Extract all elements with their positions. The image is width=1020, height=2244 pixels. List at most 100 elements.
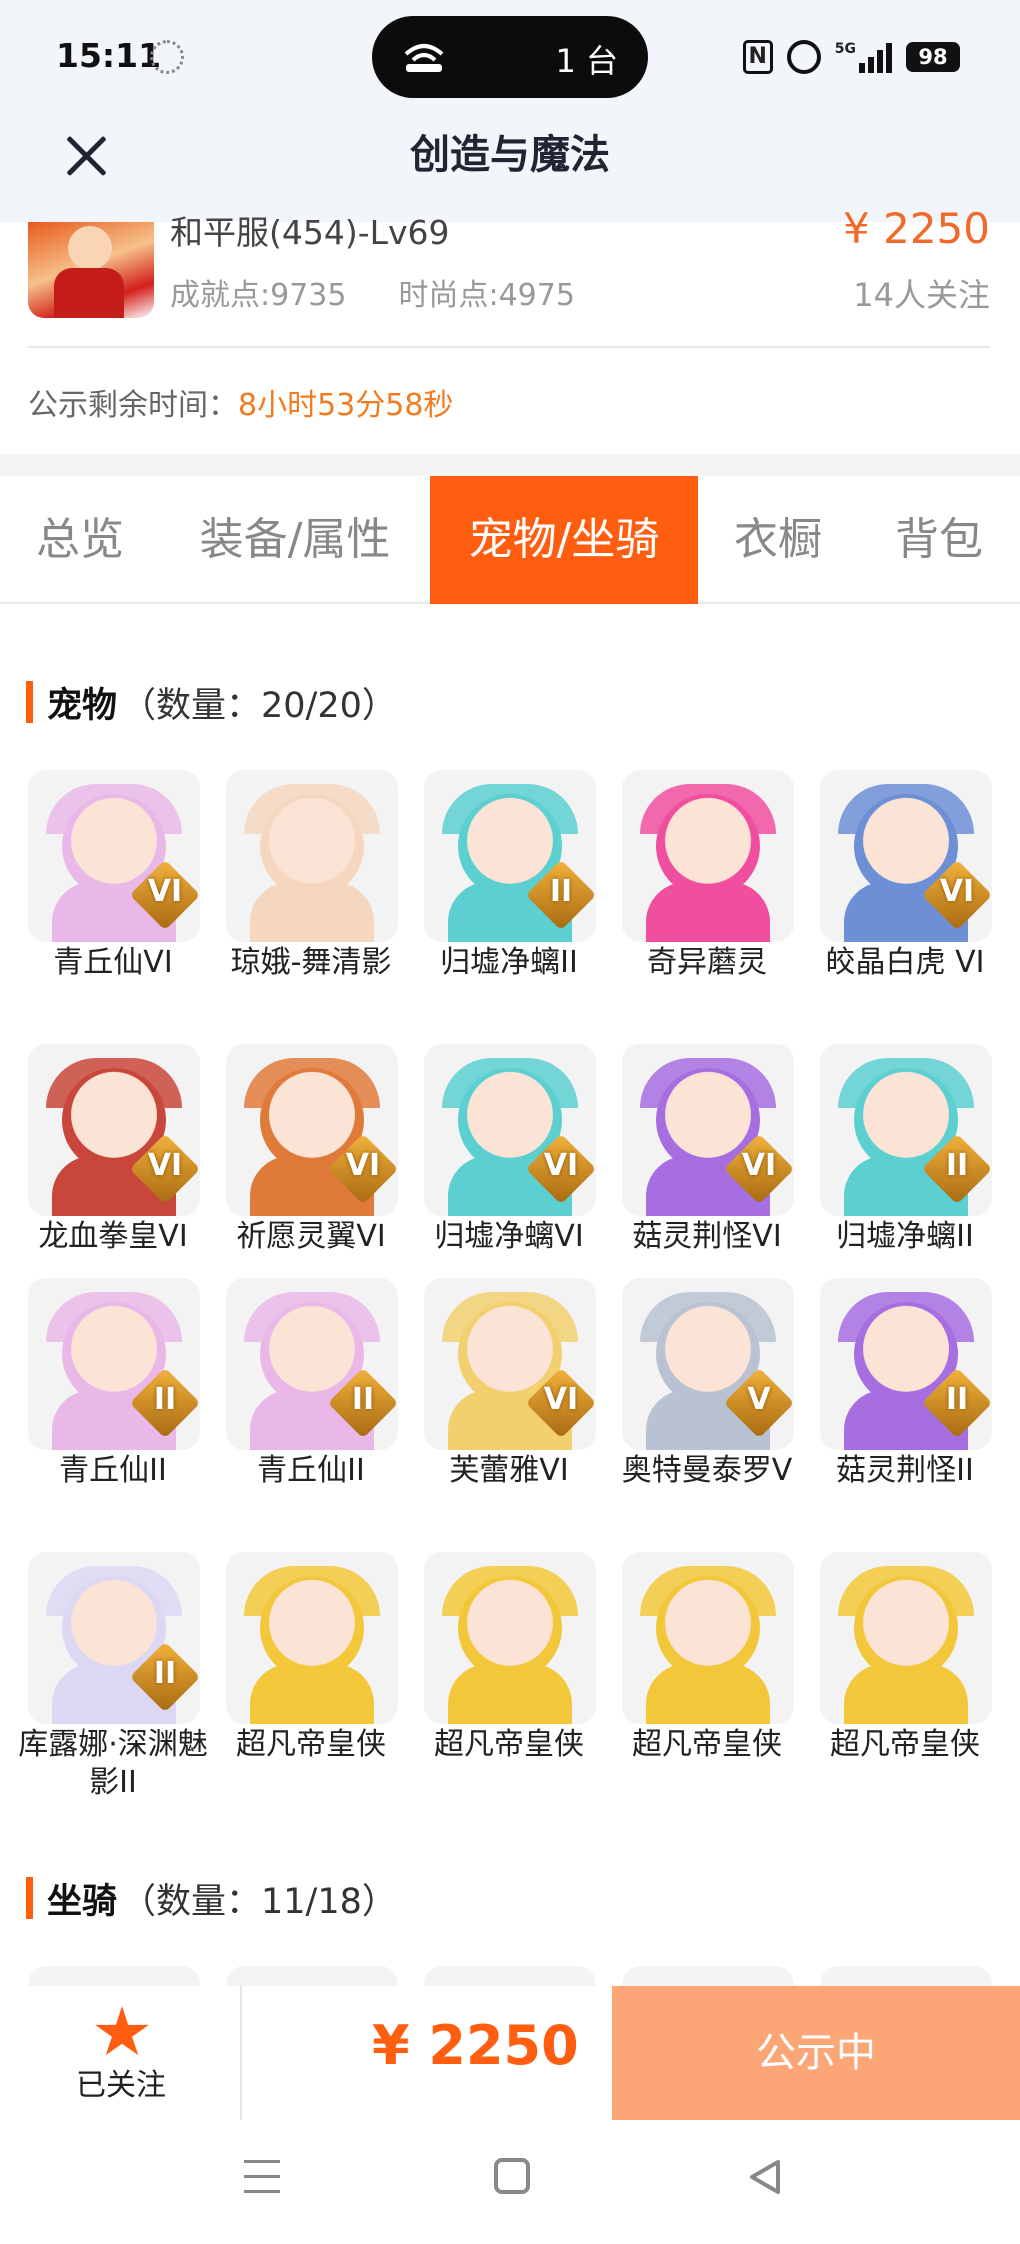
server-level: 和平服(454)-Lv69 [170,213,450,252]
pet-card[interactable]: 超凡帝皇侠 [212,1548,410,1798]
device-count: 1 台 [555,42,618,80]
pet-name: 奥特曼泰罗V [621,1453,793,1488]
pet-image: VI [424,1278,596,1450]
pet-card[interactable]: 奇异蘑灵 [608,766,806,1016]
follow-button[interactable]: 已关注 [0,1986,242,2120]
brightness-icon [150,40,184,74]
pet-grid: VI 青丘仙VI 琼娥-舞清影 II 归墟净螭II 奇异蘑灵 VI 皎晶白虎 VI VI 龙血拳皇… [0,766,1020,1800]
mount-card[interactable] [28,1966,200,1988]
pet-name: 奇异蘑灵 [647,945,767,980]
mount-card[interactable] [226,1966,398,1988]
pet-card[interactable]: II 青丘仙II [212,1274,410,1524]
pet-name: 库露娜·深渊魅影II [18,1727,208,1800]
product-price: ¥ 2250 [843,204,990,253]
mount-card[interactable] [622,1966,794,1988]
hotspot-icon [404,44,444,72]
pets-title: 宠物 [47,685,118,726]
character-avatar[interactable] [28,222,154,318]
pet-image [226,1552,398,1724]
pet-card[interactable]: 超凡帝皇侠 [410,1548,608,1798]
pets-section-title: 宠物 （数量：20/20） [26,680,397,726]
mount-card[interactable] [820,1966,992,1988]
pet-card[interactable]: II 青丘仙II [14,1274,212,1524]
pet-card[interactable]: 超凡帝皇侠 [608,1548,806,1798]
pet-name: 龙血拳皇VI [38,1219,188,1254]
pet-image: II [28,1278,200,1450]
grade-badge-label: VI [345,1148,381,1183]
countdown-value: 8小时53分58秒 [238,388,454,423]
grade-badge-label: II [153,1656,177,1691]
mounts-title: 坐骑 [47,1881,118,1922]
pet-image [424,1552,596,1724]
pet-card[interactable]: II 菇灵荆怪II [806,1274,1004,1524]
pet-card[interactable]: V 奥特曼泰罗V [608,1274,806,1524]
pet-image [622,770,794,942]
grade-badge-label: VI [543,1148,579,1183]
mount-card[interactable] [424,1966,596,1988]
nfc-icon: N [742,40,773,74]
back-icon[interactable] [746,2158,782,2196]
grade-badge-label: VI [543,1382,579,1417]
pet-name: 青丘仙II [59,1453,167,1488]
section-gap [0,454,1020,476]
section-marker [26,1877,33,1919]
tab-pets-mounts[interactable]: 宠物/坐骑 [430,476,698,604]
dynamic-island[interactable]: 1 台 [372,16,648,98]
pet-image: II [424,770,596,942]
tab-overview[interactable]: 总览 [0,476,160,604]
public-status-button[interactable]: 公示中 [612,1986,1020,2120]
alarm-icon [786,40,821,74]
grade-badge-label: II [549,874,573,909]
tab-wardrobe[interactable]: 衣橱 [698,476,858,604]
pet-name: 菇灵荆怪VI [632,1219,782,1254]
pet-card[interactable]: II 归墟净螭II [806,1040,1004,1290]
pet-name: 芙蕾雅VI [449,1453,569,1488]
pet-image [226,770,398,942]
pet-image: VI [226,1044,398,1216]
tab-equipment[interactable]: 装备/属性 [160,476,430,604]
pet-card[interactable]: VI 芙蕾雅VI [410,1274,608,1524]
bottom-action-bar: 已关注 ¥ 2250 公示中 [0,1986,1020,2120]
pet-card[interactable]: VI 龙血拳皇VI [14,1040,212,1290]
pet-name: 归墟净螭II [440,945,578,980]
pet-name: 青丘仙II [257,1453,365,1488]
pet-card[interactable]: VI 菇灵荆怪VI [608,1040,806,1290]
pet-card[interactable]: VI 祈愿灵翼VI [212,1040,410,1290]
pet-name: 归墟净螭II [836,1219,974,1254]
pet-image [820,1552,992,1724]
home-icon[interactable] [494,2158,530,2194]
pet-card[interactable]: VI 青丘仙VI [14,766,212,1016]
status-bar: 15:11 1 台 N 5G 98 [0,0,1020,112]
pet-card[interactable]: II 库露娜·深渊魅影II [14,1548,212,1800]
grade-badge-label: II [945,1148,969,1183]
pet-name: 超凡帝皇侠 [434,1727,584,1762]
recents-icon[interactable] [244,2160,280,2194]
pet-card[interactable]: VI 皎晶白虎 VI [806,766,1004,1016]
pet-card[interactable]: 琼娥-舞清影 [212,766,410,1016]
grade-badge-label: II [351,1382,375,1417]
bottom-price: ¥ 2250 [372,2014,579,2077]
pet-name: 超凡帝皇侠 [632,1727,782,1762]
pet-image: VI [820,770,992,942]
pet-card[interactable]: II 归墟净螭II [410,766,608,1016]
pet-card[interactable]: 超凡帝皇侠 [806,1548,1004,1798]
follower-count: 14人关注 [853,276,990,314]
section-marker [26,681,33,723]
star-icon [95,2006,149,2056]
pet-image: VI [28,1044,200,1216]
pet-name: 青丘仙VI [53,945,173,980]
tab-bar: 总览 装备/属性 宠物/坐骑 衣橱 背包 [0,476,1020,604]
grade-badge-label: VI [939,874,975,909]
pet-name: 超凡帝皇侠 [236,1727,386,1762]
status-time: 15:11 [56,36,162,75]
pet-image: II [820,1044,992,1216]
pet-image [622,1552,794,1724]
pet-card[interactable]: VI 归墟净螭VI [410,1040,608,1290]
status-icons: N 5G 98 [742,38,960,76]
pet-image: V [622,1278,794,1450]
network-type: 5G [834,41,856,57]
product-info: 和平服(454)-Lv69 ¥ 2250 成就点:9735 时尚点:4975 14… [0,204,1020,454]
tab-backpack[interactable]: 背包 [858,476,1020,604]
achievement-points: 成就点:9735 [170,278,347,313]
pet-name: 祈愿灵翼VI [236,1219,386,1254]
